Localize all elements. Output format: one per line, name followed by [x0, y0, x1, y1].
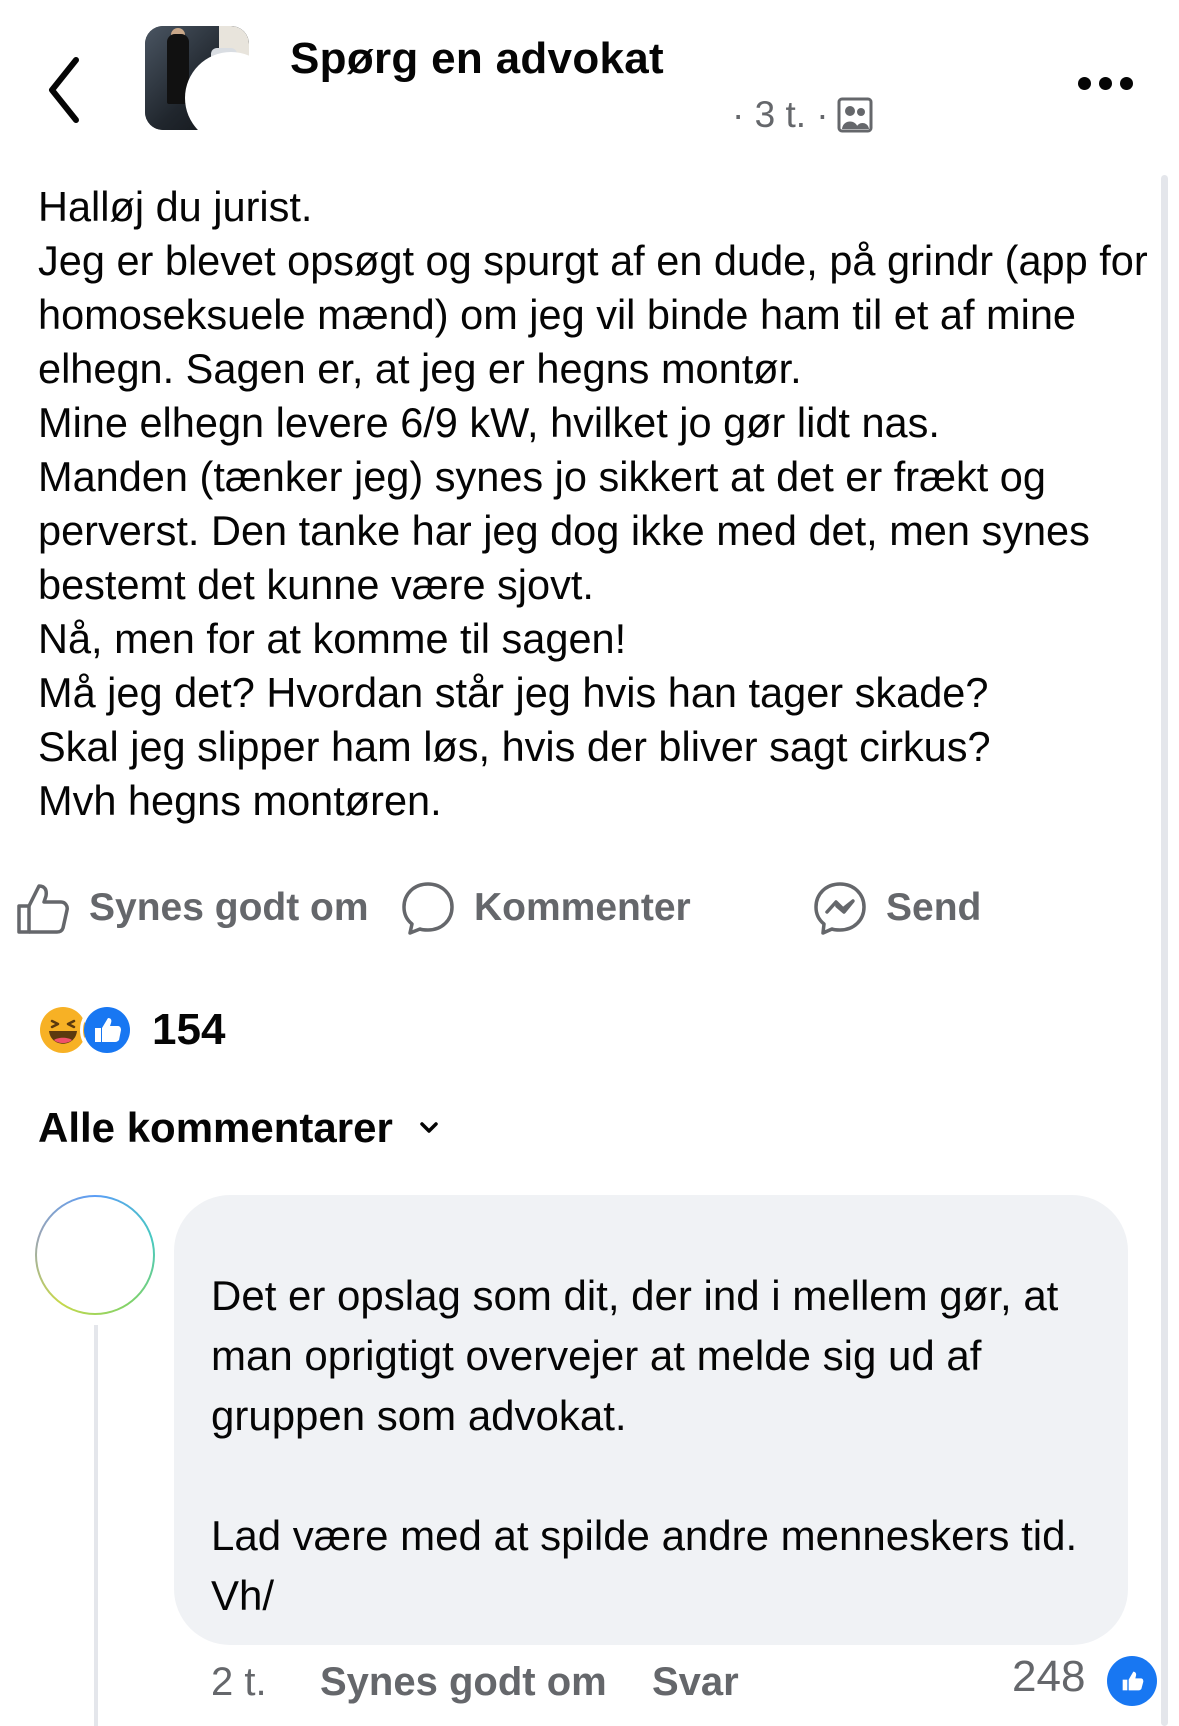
- thumbs-up-icon: [17, 884, 69, 934]
- send-button[interactable]: Send: [812, 878, 981, 938]
- scrollbar[interactable]: [1161, 175, 1168, 1726]
- post-time: · 3 t. ·: [732, 94, 829, 135]
- like-badge-icon: [1107, 1656, 1157, 1706]
- comment-button[interactable]: Kommenter: [400, 878, 691, 938]
- poster-avatar[interactable]: [185, 52, 277, 144]
- chevron-down-icon: [420, 1122, 438, 1133]
- more-dot-icon: [1078, 76, 1091, 90]
- reactions-summary[interactable]: 154: [36, 1003, 225, 1057]
- group-title[interactable]: Spørg en advokat: [290, 34, 664, 84]
- comment-time: 2 t.: [211, 1660, 267, 1704]
- comments-filter-label: Alle kommentarer: [38, 1104, 393, 1151]
- thread-line: [94, 1325, 98, 1726]
- post-meta: · 3 t. ·: [732, 94, 873, 136]
- comment-like-count: 248: [1012, 1652, 1086, 1701]
- comment-label: Kommenter: [474, 886, 691, 929]
- comment-text: Det er opslag som dit, der ind i mellem …: [211, 1272, 1078, 1619]
- like-label: Synes godt om: [89, 886, 369, 929]
- more-options-button[interactable]: [1078, 70, 1136, 96]
- commenter-avatar[interactable]: [35, 1195, 155, 1315]
- comment-like-button[interactable]: Synes godt om: [320, 1660, 607, 1705]
- messenger-icon: [814, 882, 866, 935]
- comments-filter-dropdown[interactable]: Alle kommentarer: [38, 1104, 439, 1152]
- more-dot-icon: [1099, 76, 1112, 90]
- reaction-count: 154: [152, 1005, 226, 1054]
- more-dot-icon: [1120, 76, 1133, 90]
- chevron-left-icon: [49, 57, 79, 123]
- send-label: Send: [886, 886, 982, 929]
- comment-reply-button[interactable]: Svar: [652, 1660, 739, 1705]
- group-icon: [837, 97, 873, 133]
- comment-bubble-icon: [402, 882, 454, 935]
- like-button[interactable]: Synes godt om: [15, 878, 369, 938]
- like-reaction-icon: [80, 1003, 134, 1057]
- back-button[interactable]: [40, 50, 90, 130]
- post-text: Halløj du jurist. Jeg er blevet opsøgt o…: [38, 183, 1148, 824]
